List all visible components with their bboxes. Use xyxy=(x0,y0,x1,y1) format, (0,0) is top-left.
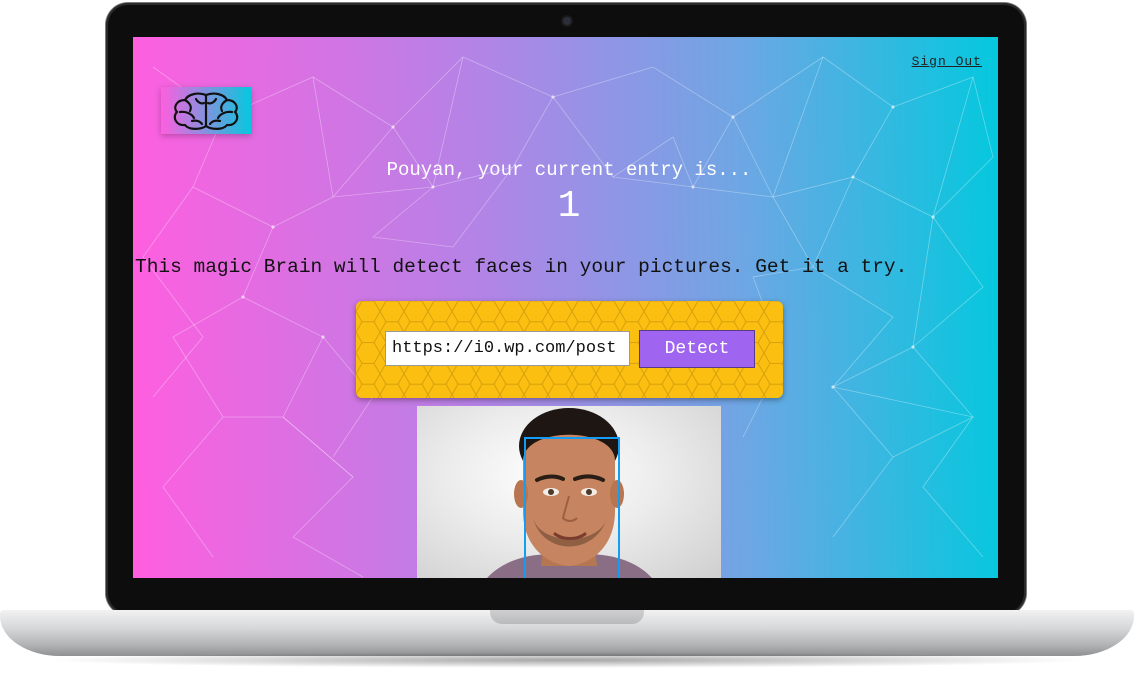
logo xyxy=(161,87,251,134)
sign-out-link[interactable]: Sign Out xyxy=(912,54,982,69)
result-image xyxy=(417,406,721,578)
image-link-form: Detect xyxy=(356,301,783,398)
brain-icon xyxy=(173,92,239,130)
image-url-input[interactable] xyxy=(385,331,630,366)
detect-button[interactable]: Detect xyxy=(639,330,755,368)
webcam-icon xyxy=(563,17,571,25)
face-bounding-box xyxy=(524,437,620,578)
laptop-shadow xyxy=(40,652,1094,668)
entry-count: 1 xyxy=(557,185,581,228)
tagline: This magic Brain will detect faces in yo… xyxy=(135,256,908,278)
app-screen: Sign Out Pouyan, your current entry is..… xyxy=(133,37,998,578)
rank-greeting: Pouyan, your current entry is... xyxy=(386,159,752,181)
laptop-lid-notch xyxy=(490,610,644,624)
